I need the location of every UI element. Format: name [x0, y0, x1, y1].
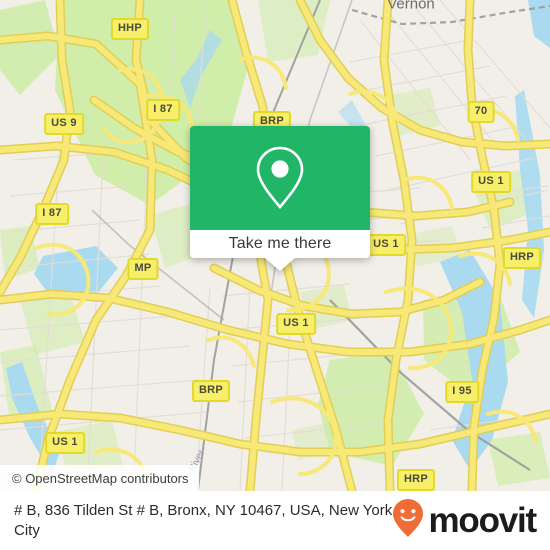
road-shield-mp[interactable]: MP [127, 258, 159, 280]
road-shield-us1-2[interactable]: US 1 [366, 234, 406, 256]
address-text: # B, 836 Tilden St # B, Bronx, NY 10467,… [14, 501, 393, 539]
map-canvas[interactable]: Vernon River HHP US 9 I 87 I 87 BRP 70 U… [0, 0, 550, 491]
take-me-there-button[interactable]: Take me there [190, 230, 370, 258]
moovit-wordmark: moovit [428, 501, 537, 540]
moovit-map-screenshot: Vernon River HHP US 9 I 87 I 87 BRP 70 U… [0, 0, 550, 550]
callout-header [190, 126, 370, 230]
location-callout-card[interactable]: Take me there [190, 126, 370, 271]
osm-attribution-text: © OpenStreetMap contributors [12, 470, 189, 486]
road-shield-70[interactable]: 70 [467, 101, 495, 123]
road-shield-brp-2[interactable]: BRP [191, 380, 231, 402]
road-shield-hrp[interactable]: HRP [502, 247, 542, 269]
osm-attribution[interactable]: © OpenStreetMap contributors [0, 465, 199, 491]
road-shield-us1-3[interactable]: US 1 [276, 313, 316, 335]
road-shield-hhp[interactable]: HHP [110, 18, 150, 40]
road-shield-i87[interactable]: I 87 [146, 99, 180, 121]
footer-bar: # B, 836 Tilden St # B, Bronx, NY 10467,… [0, 491, 550, 550]
take-me-there-label: Take me there [228, 235, 332, 252]
map-pin-icon [253, 145, 307, 211]
map-place-label: Vernon [387, 0, 435, 13]
road-shield-hrp-2[interactable]: HRP [396, 469, 436, 491]
road-shield-i95[interactable]: I 95 [445, 381, 479, 403]
moovit-logo[interactable]: moovit [392, 498, 537, 543]
road-shield-us1-4[interactable]: US 1 [45, 432, 85, 454]
moovit-pin-icon [392, 498, 424, 543]
callout-pointer-tail [265, 258, 295, 271]
road-shield-us1[interactable]: US 1 [471, 171, 511, 193]
road-shield-i87-2[interactable]: I 87 [35, 203, 69, 225]
road-shield-us9[interactable]: US 9 [44, 113, 84, 135]
